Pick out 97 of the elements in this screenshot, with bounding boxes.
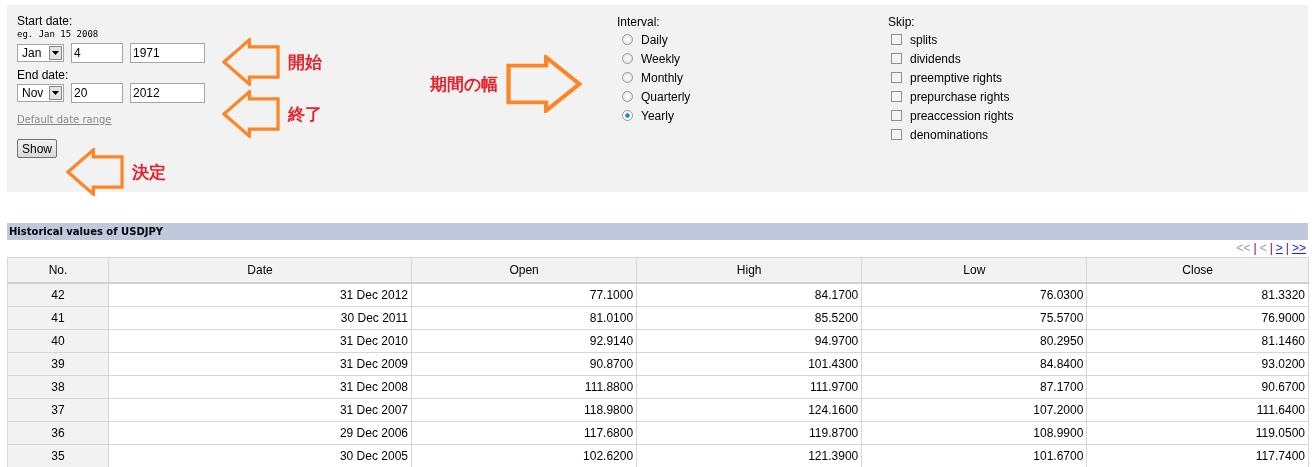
day-field[interactable]: 4 — [71, 43, 123, 63]
table-cell: 85.5200 — [636, 306, 862, 330]
radio-button[interactable] — [622, 72, 633, 83]
column-header[interactable]: Open — [411, 257, 637, 283]
field-label: End date: — [17, 68, 70, 83]
radio-button[interactable] — [622, 34, 633, 45]
table-cell: 77.1000 — [411, 283, 637, 307]
table-cell: 36 — [7, 421, 109, 445]
table-cell: 87.1700 — [861, 375, 1087, 399]
checkbox[interactable] — [891, 129, 902, 140]
option-label: denominations — [910, 127, 989, 142]
table-cell: 75.5700 — [861, 306, 1087, 330]
table-cell: 42 — [7, 283, 109, 307]
table-cell: 93.0200 — [1086, 352, 1309, 376]
table-cell: 111.8800 — [411, 375, 637, 399]
annotation-text: 終了 — [288, 102, 322, 126]
checkbox[interactable] — [891, 53, 902, 64]
table-cell: 31 Dec 2008 — [108, 375, 412, 399]
table-cell: 101.4300 — [636, 352, 862, 376]
radio-button[interactable] — [622, 110, 633, 121]
column-header[interactable]: Date — [108, 257, 412, 283]
option-label: preemptive rights — [910, 70, 1003, 85]
table-cell: 84.8400 — [861, 352, 1087, 376]
field-label: Skip: — [888, 15, 916, 30]
table-cell: 108.9900 — [861, 421, 1087, 445]
option-label: Quarterly — [641, 89, 691, 104]
table-cell: 31 Dec 2012 — [108, 283, 412, 307]
option-label: Monthly — [641, 70, 684, 85]
table-cell: 111.6400 — [1086, 398, 1309, 422]
arrow-icon — [222, 90, 280, 138]
option-label: splits — [910, 32, 938, 47]
table-title-bar: Historical values of USDJPY — [7, 223, 1308, 240]
checkbox[interactable] — [891, 110, 902, 121]
arrow-icon — [222, 38, 280, 86]
table-cell: 40 — [7, 329, 109, 353]
table-cell: 90.8700 — [411, 352, 637, 376]
field-label: Start date: — [17, 14, 74, 29]
arrow-icon — [66, 148, 124, 196]
table-cell: 119.8700 — [636, 421, 862, 445]
year-field[interactable]: 2012 — [130, 83, 205, 103]
table-cell: 76.0300 — [861, 283, 1087, 307]
table-cell: 81.3320 — [1086, 283, 1309, 307]
option-label: preaccession rights — [910, 108, 1014, 123]
pager-separator: | — [1269, 241, 1273, 255]
option-label: dividends — [910, 51, 961, 66]
table-cell: 107.2000 — [861, 398, 1087, 422]
checkbox[interactable] — [891, 34, 902, 45]
column-header[interactable]: Close — [1086, 257, 1309, 283]
table-cell: 117.6800 — [411, 421, 637, 445]
table-cell: 81.1460 — [1086, 329, 1309, 353]
table-cell: 31 Dec 2009 — [108, 352, 412, 376]
show-button[interactable]: Show — [17, 139, 58, 158]
year-field[interactable]: 1971 — [130, 43, 205, 63]
table-cell: 29 Dec 2006 — [108, 421, 412, 445]
annotation-text: 決定 — [132, 160, 166, 184]
table-cell: 92.9140 — [411, 329, 637, 353]
pager-link[interactable]: >> — [1292, 241, 1306, 255]
checkbox[interactable] — [891, 72, 902, 83]
table-cell: 94.9700 — [636, 329, 862, 353]
pager-link[interactable]: > — [1275, 241, 1283, 255]
table-cell: 90.6700 — [1086, 375, 1309, 399]
arrow-icon — [506, 55, 582, 113]
table-cell: 81.0100 — [411, 306, 637, 330]
field-label: Interval: — [617, 15, 661, 30]
option-label: Daily — [641, 32, 668, 47]
table-cell: 118.9800 — [411, 398, 637, 422]
pager-separator: | — [1253, 241, 1257, 255]
table-cell: 41 — [7, 306, 109, 330]
annotation-text: 開始 — [288, 50, 322, 74]
checkbox[interactable] — [891, 91, 902, 102]
table-cell: 37 — [7, 398, 109, 422]
table-cell: 84.1700 — [636, 283, 862, 307]
table-cell: 39 — [7, 352, 109, 376]
hint-text: eg. Jan 15 2008 — [17, 29, 100, 39]
table-cell: 35 — [7, 444, 109, 467]
option-label: prepurchase rights — [910, 89, 1010, 104]
annotation-text: 期間の幅 — [430, 72, 498, 96]
radio-button[interactable] — [622, 91, 633, 102]
table-cell: 31 Dec 2007 — [108, 398, 412, 422]
month-select[interactable]: Jan — [17, 44, 64, 62]
column-header[interactable]: Low — [861, 257, 1087, 283]
table-cell: 31 Dec 2010 — [108, 329, 412, 353]
table-cell: 80.2950 — [861, 329, 1087, 353]
table-cell: 76.9000 — [1086, 306, 1309, 330]
column-header[interactable]: High — [636, 257, 862, 283]
table-cell: 124.1600 — [636, 398, 862, 422]
table-cell: 30 Dec 2011 — [108, 306, 412, 330]
month-select[interactable]: Nov — [17, 84, 64, 102]
option-label: Yearly — [641, 108, 674, 123]
option-label: Weekly — [641, 51, 681, 66]
day-field[interactable]: 20 — [71, 83, 123, 103]
radio-button[interactable] — [622, 53, 633, 64]
table-cell: 111.9700 — [636, 375, 862, 399]
table-cell: 38 — [7, 375, 109, 399]
column-header[interactable]: No. — [7, 257, 109, 283]
pager-separator: | — [1285, 241, 1289, 255]
table-cell: 119.0500 — [1086, 421, 1309, 445]
